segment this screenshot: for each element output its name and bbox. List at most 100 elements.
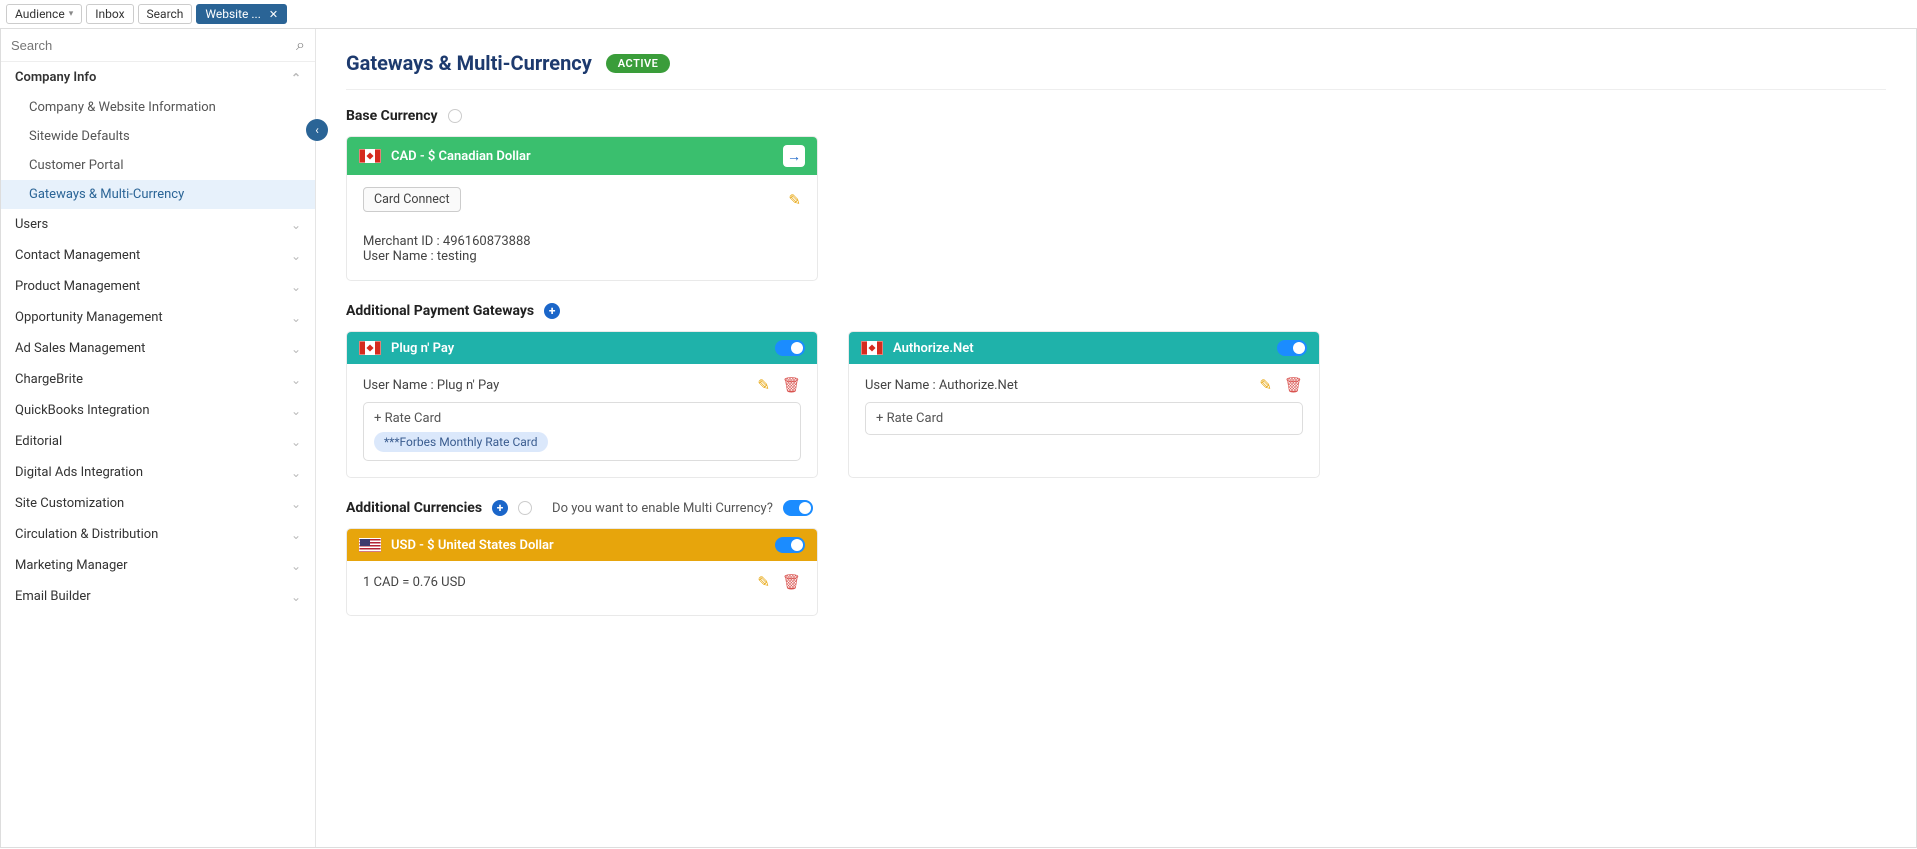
sidebar-group-digital-ads-integration[interactable]: Digital Ads Integration ⌄ [1, 457, 315, 488]
tab-website-label: Website ... [205, 7, 260, 21]
sidebar-group-quickbooks-integration[interactable]: QuickBooks Integration ⌄ [1, 395, 315, 426]
main-content: Gateways & Multi-Currency ACTIVE Base Cu… [316, 29, 1916, 847]
flag-usa-icon [359, 538, 381, 552]
sidebar-search: ⌕ [1, 29, 315, 62]
collapse-sidebar-button[interactable]: ‹ [306, 119, 328, 141]
edit-icon[interactable]: ✎ [757, 376, 770, 394]
gateway-card-authorizenet: Authorize.Net User Name : Authorize.Net … [848, 331, 1320, 478]
info-icon[interactable] [518, 501, 532, 515]
sidebar: ⌕ Company Info ⌃ Company & Website Infor… [1, 29, 316, 847]
flag-canada-icon [861, 341, 883, 355]
chevron-down-icon: ⌄ [291, 373, 301, 387]
card-header-label: USD - $ United States Dollar [391, 538, 554, 553]
tab-website[interactable]: Website ... ✕ [196, 4, 287, 24]
sidebar-item-gateways-multicurrency[interactable]: Gateways & Multi-Currency [1, 180, 315, 209]
sidebar-group-contact-management[interactable]: Contact Management⌄ [1, 240, 315, 271]
sidebar-item-company-website-info[interactable]: Company & Website Information [1, 93, 315, 122]
sidebar-group-company-info[interactable]: Company Info ⌃ [1, 62, 315, 93]
base-currency-card: CAD - $ Canadian Dollar → Card Connect ✎… [346, 136, 818, 281]
sidebar-item-customer-portal[interactable]: Customer Portal [1, 151, 315, 180]
open-arrow-button[interactable]: → [783, 145, 805, 167]
add-gateway-button[interactable]: + [544, 303, 560, 319]
chevron-down-icon: ⌄ [291, 497, 301, 511]
tab-search-label: Search [147, 7, 184, 21]
chevron-down-icon: ⌄ [291, 218, 301, 232]
sidebar-group-label: ChargeBrite [15, 372, 83, 387]
sidebar-group-users[interactable]: Users ⌄ [1, 209, 315, 240]
card-header: Authorize.Net [849, 332, 1319, 364]
add-rate-card-button[interactable]: + Rate Card [374, 411, 790, 426]
tab-inbox-label: Inbox [95, 7, 124, 21]
search-input[interactable] [11, 38, 296, 53]
sidebar-group-label: Digital Ads Integration [15, 465, 143, 480]
section-title: Base Currency [346, 108, 438, 124]
sidebar-group-label: Product Management [15, 279, 140, 294]
chevron-down-icon: ⌄ [291, 404, 301, 418]
card-header-label: Authorize.Net [893, 341, 974, 356]
add-currency-button[interactable]: + [492, 500, 508, 516]
tab-audience[interactable]: Audience [6, 4, 82, 24]
multi-currency-toggle[interactable] [783, 500, 813, 516]
section-base-currency: Base Currency [346, 108, 1886, 124]
sidebar-group-editorial[interactable]: Editorial ⌄ [1, 426, 315, 457]
merchant-id-text: Merchant ID : 496160873888 [363, 234, 801, 249]
chevron-up-icon: ⌃ [291, 71, 301, 85]
username-text: User Name : Plug n' Pay [363, 378, 499, 393]
sidebar-group-ad-sales-management[interactable]: Ad Sales Management⌄ [1, 333, 315, 364]
rate-card-tag[interactable]: ***Forbes Monthly Rate Card [374, 432, 548, 452]
gateway-toggle[interactable] [775, 340, 805, 356]
sidebar-group-product-management[interactable]: Product Management ⌄ [1, 271, 315, 302]
tab-search[interactable]: Search [138, 4, 193, 24]
rate-card-box: + Rate Card [865, 402, 1303, 435]
exchange-rate-text: 1 CAD = 0.76 USD [363, 575, 466, 590]
chevron-down-icon: ⌄ [291, 342, 301, 356]
multi-currency-prompt: Do you want to enable Multi Currency? [552, 500, 813, 516]
sidebar-group-marketing-manager[interactable]: Marketing Manager⌄ [1, 550, 315, 581]
sidebar-group-email-builder[interactable]: Email Builder⌄ [1, 581, 315, 612]
card-header-label: Plug n' Pay [391, 341, 454, 356]
edit-icon[interactable]: ✎ [757, 573, 770, 591]
sidebar-item-sitewide-defaults[interactable]: Sitewide Defaults [1, 122, 315, 151]
sidebar-group-circulation-distribution[interactable]: Circulation & Distribution⌄ [1, 519, 315, 550]
sidebar-group-opportunity-management[interactable]: Opportunity Management ⌄ [1, 302, 315, 333]
chevron-down-icon: ⌄ [291, 435, 301, 449]
section-title: Additional Currencies [346, 500, 482, 516]
tab-audience-label: Audience [15, 7, 65, 21]
sidebar-group-site-customization[interactable]: Site Customization ⌄ [1, 488, 315, 519]
gateway-card-plugnpay: Plug n' Pay User Name : Plug n' Pay ✎ 🗑 … [346, 331, 818, 478]
add-rate-card-button[interactable]: + Rate Card [876, 411, 1292, 426]
status-badge: ACTIVE [606, 54, 671, 73]
sidebar-group-label: Users [15, 217, 48, 232]
edit-icon[interactable]: ✎ [1259, 376, 1272, 394]
card-header: Plug n' Pay [347, 332, 817, 364]
gateway-chip[interactable]: Card Connect [363, 187, 461, 212]
edit-icon[interactable]: ✎ [788, 191, 801, 209]
flag-canada-icon [359, 149, 381, 163]
card-header: USD - $ United States Dollar [347, 529, 817, 561]
tab-inbox[interactable]: Inbox [86, 4, 133, 24]
sidebar-group-label: Editorial [15, 434, 62, 449]
info-icon[interactable] [448, 109, 462, 123]
sidebar-group-label: Opportunity Management [15, 310, 163, 325]
search-icon[interactable]: ⌕ [296, 35, 305, 55]
delete-icon[interactable]: 🗑 [782, 573, 801, 591]
currency-toggle[interactable] [775, 537, 805, 553]
card-header-label: CAD - $ Canadian Dollar [391, 149, 531, 164]
card-header: CAD - $ Canadian Dollar → [347, 137, 817, 175]
sidebar-group-chargebrite[interactable]: ChargeBrite ⌄ [1, 364, 315, 395]
chevron-down-icon: ⌄ [291, 528, 301, 542]
flag-canada-icon [359, 341, 381, 355]
sidebar-group-label: Site Customization [15, 496, 124, 511]
delete-icon[interactable]: 🗑 [782, 376, 801, 394]
chevron-down-icon: ⌄ [291, 280, 301, 294]
section-title: Additional Payment Gateways [346, 303, 534, 319]
section-additional-currencies: Additional Currencies + Do you want to e… [346, 500, 1886, 516]
sidebar-group-label: QuickBooks Integration [15, 403, 150, 418]
chevron-down-icon: ⌄ [291, 466, 301, 480]
sidebar-group-label: Contact Management [15, 248, 140, 263]
gateway-toggle[interactable] [1277, 340, 1307, 356]
chevron-down-icon: ⌄ [291, 311, 301, 325]
sidebar-group-label: Email Builder [15, 589, 91, 604]
close-icon[interactable]: ✕ [269, 8, 278, 21]
delete-icon[interactable]: 🗑 [1284, 376, 1303, 394]
